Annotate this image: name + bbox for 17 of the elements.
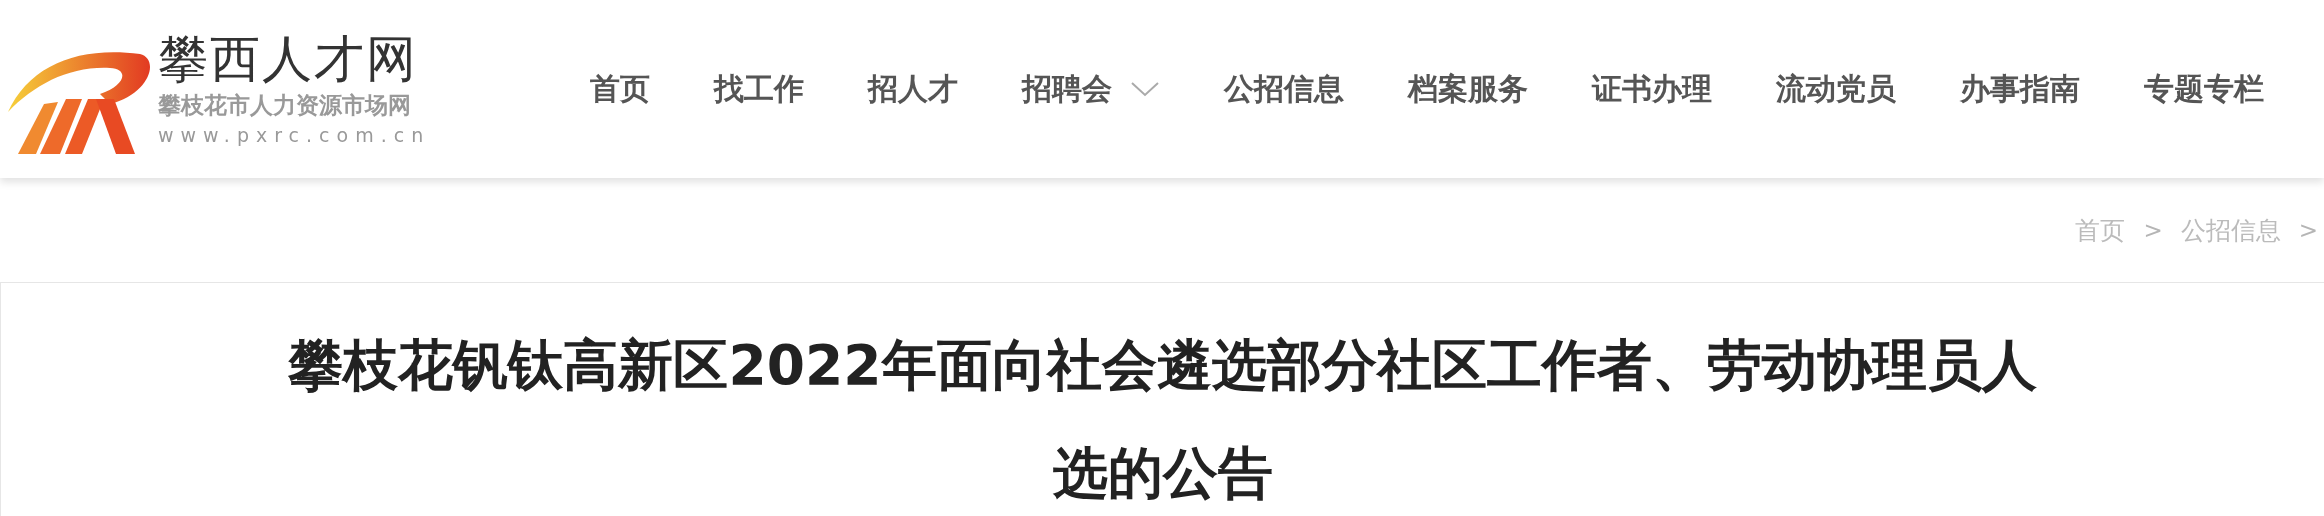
nav-link[interactable]: 专题专栏 (2144, 68, 2264, 110)
breadcrumb-separator: > (2297, 217, 2319, 243)
site-title: 攀西人才网 (158, 29, 419, 89)
nav-link[interactable]: 公招信息 (1224, 68, 1344, 110)
nav-link[interactable]: 证书办理 (1592, 68, 1712, 110)
nav-dropdown[interactable]: 招聘会 (1022, 68, 1160, 110)
article-title: 攀枝花钒钛高新区2022年面向社会遴选部分社区工作者、劳动协理员人选的公告 (287, 332, 2038, 507)
site-url: www.pxrc.com.cn (158, 123, 431, 148)
nav-link[interactable]: 办事指南 (1960, 68, 2080, 110)
breadcrumb-separator: > (2142, 217, 2164, 243)
site-subtitle: 攀枝花市人力资源市场网 (158, 91, 412, 120)
nav-link[interactable]: 档案服务 (1408, 68, 1528, 110)
nav-link[interactable]: 流动党员 (1776, 68, 1896, 110)
nav-link[interactable]: 首页 (590, 68, 650, 110)
nav-link[interactable]: 招人才 (868, 68, 958, 110)
chevron-down-icon (1130, 81, 1160, 97)
nav-link[interactable]: 找工作 (714, 68, 804, 110)
